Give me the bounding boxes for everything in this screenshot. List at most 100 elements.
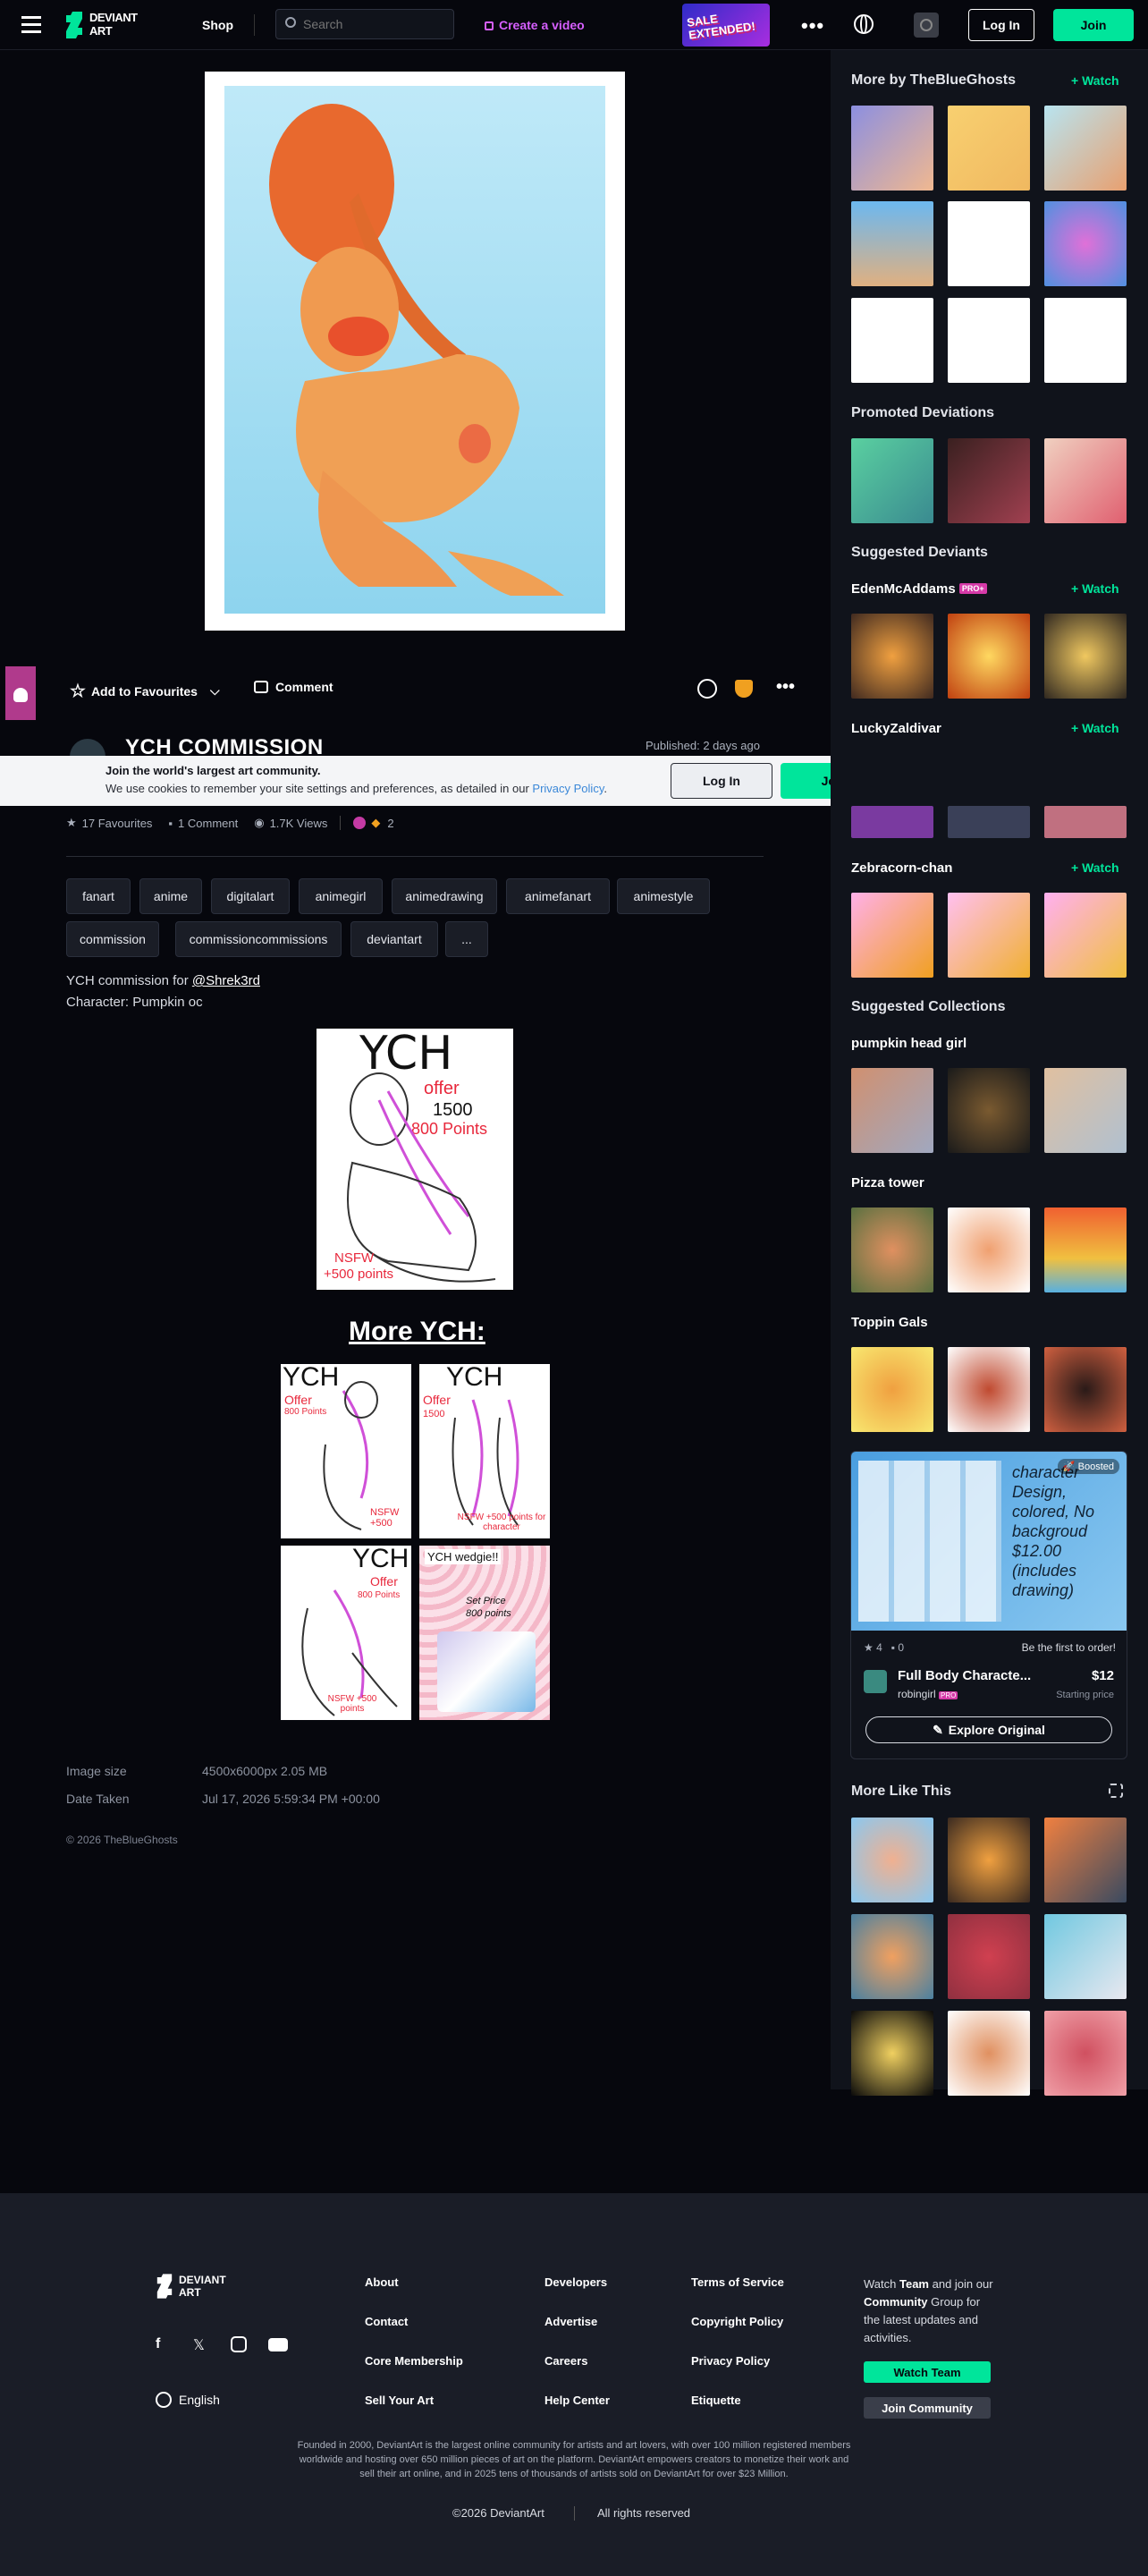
seller-avatar[interactable] — [864, 1670, 887, 1693]
deviant-2-watch-button[interactable]: + Watch — [1071, 721, 1119, 735]
ych-grid-1[interactable]: YCH Offer 800 Points NSFW +500 — [281, 1364, 411, 1538]
tag-animedrawing[interactable]: animedrawing — [392, 878, 497, 914]
thumb-more-2[interactable] — [948, 106, 1030, 191]
thumb-like-1[interactable] — [851, 1818, 933, 1902]
footer-link-careers[interactable]: Careers — [544, 2354, 587, 2368]
favourites-count[interactable]: 17 Favourites — [82, 817, 153, 830]
thumb-promoted-2[interactable] — [948, 438, 1030, 523]
thumb-more-1[interactable] — [851, 106, 933, 191]
tag-more-button[interactable]: ... — [445, 921, 488, 957]
collection-name-1[interactable]: pumpkin head girl — [851, 1036, 967, 1051]
thumb-deviant3-2[interactable] — [948, 893, 1030, 978]
thumb-deviant1-2[interactable] — [948, 614, 1030, 699]
side-ribbon[interactable] — [5, 666, 36, 720]
thumb-more-9[interactable] — [1044, 298, 1127, 383]
join-community-button[interactable]: Join Community — [864, 2397, 991, 2419]
thumb-deviant2-2[interactable] — [948, 806, 1030, 838]
thumb-more-5[interactable] — [948, 201, 1030, 286]
more-by-watch-button[interactable]: + Watch — [1071, 73, 1119, 88]
deviantart-logo[interactable]: DEVIANT ART — [64, 11, 163, 39]
deviant-1-watch-button[interactable]: + Watch — [1071, 581, 1119, 596]
thumb-more-8[interactable] — [948, 298, 1030, 383]
tag-animegirl[interactable]: animegirl — [299, 878, 383, 914]
footer-link-etiquette[interactable]: Etiquette — [691, 2394, 741, 2407]
footer-link-terms[interactable]: Terms of Service — [691, 2275, 784, 2289]
thumb-collection2-3[interactable] — [1044, 1208, 1127, 1292]
watch-team-button[interactable]: Watch Team — [864, 2361, 991, 2383]
explore-original-button[interactable]: ✎ Explore Original — [865, 1716, 1112, 1743]
cookie-login-button[interactable]: Log In — [671, 763, 772, 799]
thumb-more-3[interactable] — [1044, 106, 1127, 191]
footer-link-advertise[interactable]: Advertise — [544, 2315, 597, 2328]
thumb-deviant3-1[interactable] — [851, 893, 933, 978]
thumb-collection3-1[interactable] — [851, 1347, 933, 1432]
collection-name-3[interactable]: Toppin Gals — [851, 1315, 928, 1330]
thumb-collection1-2[interactable] — [948, 1068, 1030, 1153]
sale-banner[interactable]: SALE EXTENDED! — [682, 4, 770, 47]
comments-count[interactable]: 1 Comment — [178, 817, 238, 830]
thumb-like-4[interactable] — [851, 1914, 933, 1999]
boosted-seller[interactable]: robingirl PRO — [898, 1688, 958, 1700]
x-twitter-icon[interactable]: 𝕏 — [193, 2336, 205, 2354]
thumb-deviant2-1[interactable] — [851, 806, 933, 838]
deviant-name-1[interactable]: EdenMcAddams PRO+ — [851, 581, 987, 597]
join-button[interactable]: Join — [1053, 9, 1134, 41]
thumb-more-6[interactable] — [1044, 201, 1127, 286]
deviant-name-2[interactable]: LuckyZaldivar — [851, 721, 941, 736]
tag-digitalart[interactable]: digitalart — [211, 878, 290, 914]
award-icon[interactable] — [735, 680, 753, 698]
more-actions-icon[interactable]: ••• — [776, 677, 795, 698]
thumb-like-2[interactable] — [948, 1818, 1030, 1902]
thumb-deviant2-3[interactable] — [1044, 806, 1127, 838]
footer-link-privacy-policy[interactable]: Privacy Policy — [691, 2354, 770, 2368]
visual-search-icon[interactable] — [1109, 1784, 1123, 1798]
ych-offer-image[interactable]: YCH offer 1500 800 Points NSFW +500 poin… — [317, 1029, 513, 1290]
footer-link-core-membership[interactable]: Core Membership — [365, 2354, 463, 2368]
thumb-more-4[interactable] — [851, 201, 933, 286]
ych-grid-2[interactable]: YCH Offer 1500 NSFW +500 points for char… — [419, 1364, 550, 1538]
menu-icon[interactable] — [21, 16, 41, 34]
deviant-name-3[interactable]: Zebracorn-chan — [851, 860, 952, 876]
thumb-like-9[interactable] — [1044, 2011, 1127, 2096]
login-button[interactable]: Log In — [968, 9, 1034, 41]
footer-link-sell-your-art[interactable]: Sell Your Art — [365, 2394, 434, 2407]
collection-name-2[interactable]: Pizza tower — [851, 1175, 924, 1191]
tag-commissioncommissions[interactable]: commissioncommissions — [175, 921, 342, 957]
footer-link-about[interactable]: About — [365, 2275, 399, 2289]
boosted-card[interactable]: character Design, colored, No backgroud … — [850, 1451, 1127, 1759]
thumb-collection1-3[interactable] — [1044, 1068, 1127, 1153]
facebook-icon[interactable]: f — [156, 2336, 160, 2352]
language-selector[interactable]: English — [156, 2392, 220, 2408]
shop-link[interactable]: Shop — [202, 18, 233, 32]
thumb-collection2-1[interactable] — [851, 1208, 933, 1292]
tag-fanart[interactable]: fanart — [66, 878, 131, 914]
add-favourites-button[interactable]: ☆ Add to Favourites ⌵ — [70, 680, 220, 702]
ych-grid-3[interactable]: YCH Offer 800 Points NSFW +500 points — [281, 1546, 411, 1720]
boosted-title[interactable]: Full Body Characte... — [898, 1668, 1031, 1683]
chevron-down-icon[interactable]: ⌵ — [210, 683, 220, 699]
more-options-icon[interactable]: ••• — [801, 14, 824, 38]
ych-grid-4[interactable]: YCH wedgie!! Set Price 800 points — [419, 1546, 550, 1720]
tag-animefanart[interactable]: animefanart — [506, 878, 610, 914]
comment-button[interactable]: Comment — [254, 680, 333, 694]
gift-icon[interactable] — [697, 679, 717, 699]
thumb-like-6[interactable] — [1044, 1914, 1127, 1999]
footer-logo[interactable]: DEVIANT ART — [156, 2274, 254, 2301]
thumb-more-7[interactable] — [851, 298, 933, 383]
thumb-deviant1-3[interactable] — [1044, 614, 1127, 699]
thumb-collection2-2[interactable] — [948, 1208, 1030, 1292]
thumb-promoted-1[interactable] — [851, 438, 933, 523]
deviant-3-watch-button[interactable]: + Watch — [1071, 860, 1119, 875]
thumb-like-3[interactable] — [1044, 1818, 1127, 1902]
notifications-icon[interactable] — [914, 13, 939, 38]
footer-link-copyright-policy[interactable]: Copyright Policy — [691, 2315, 783, 2328]
tag-animestyle[interactable]: animestyle — [617, 878, 710, 914]
thumb-collection3-3[interactable] — [1044, 1347, 1127, 1432]
tag-deviantart[interactable]: deviantart — [350, 921, 438, 957]
artwork-image[interactable] — [205, 72, 625, 631]
footer-link-help-center[interactable]: Help Center — [544, 2394, 610, 2407]
create-video-link[interactable]: Create a video — [485, 18, 585, 32]
tag-commission[interactable]: commission — [66, 921, 159, 957]
thumb-deviant1-1[interactable] — [851, 614, 933, 699]
youtube-icon[interactable] — [268, 2338, 288, 2351]
